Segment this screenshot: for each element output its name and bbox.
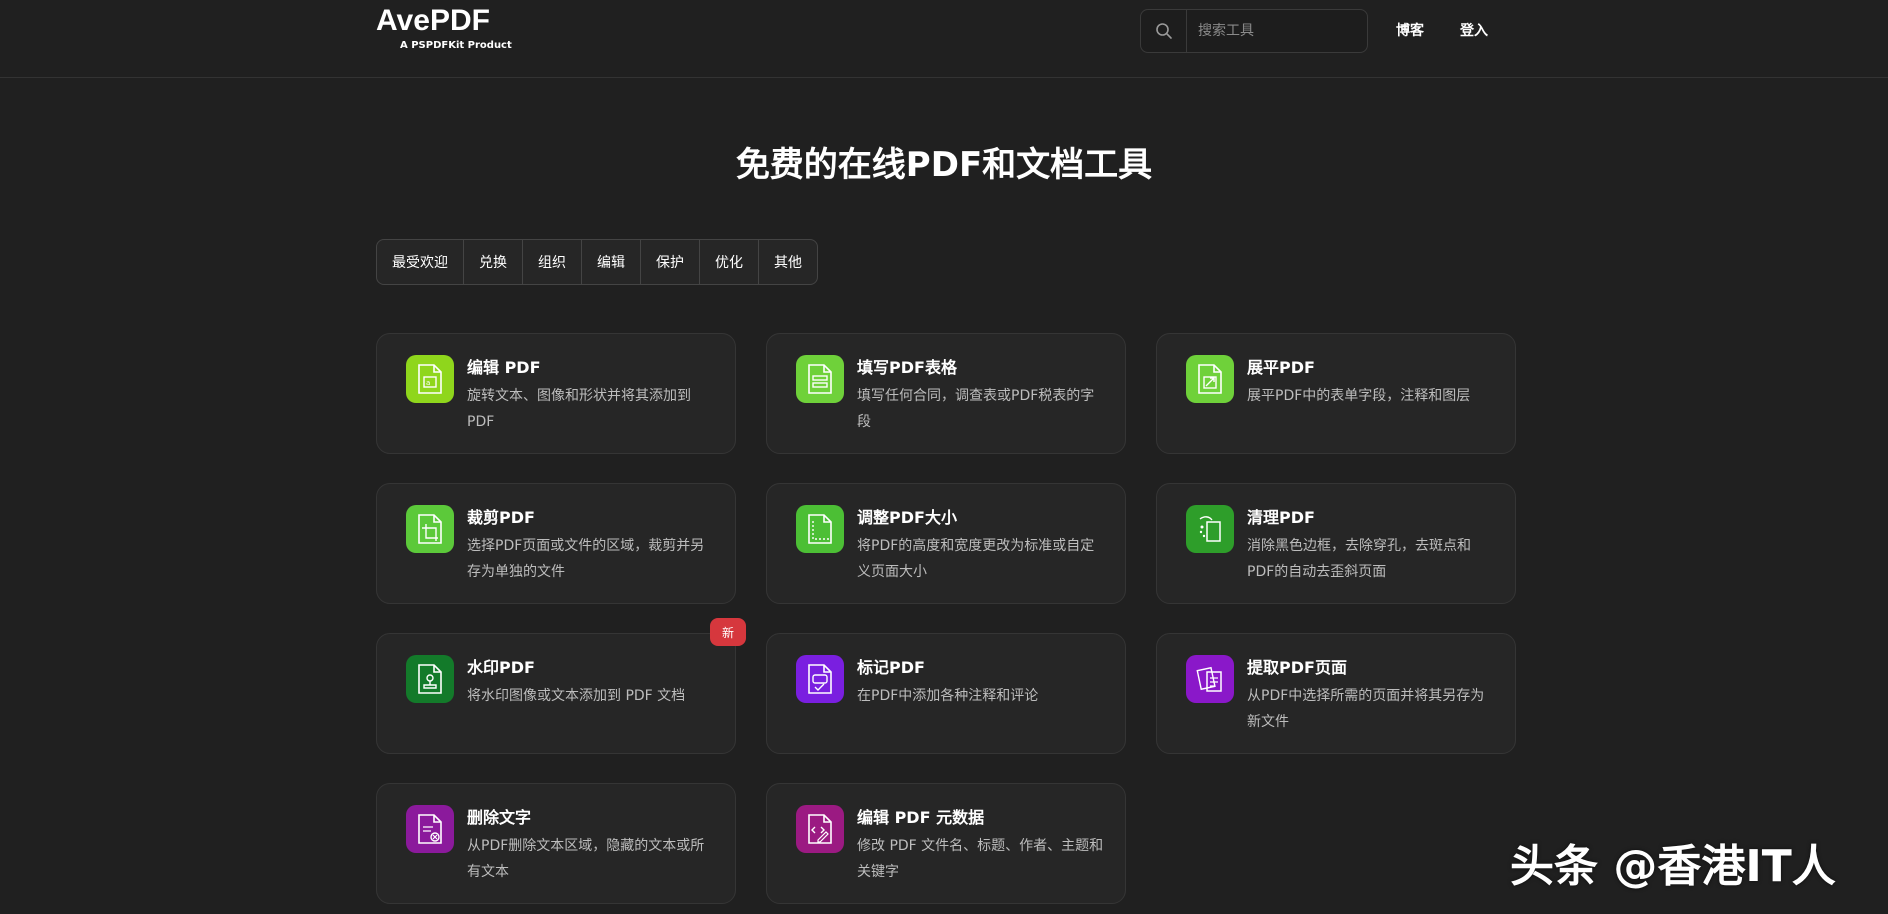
tab-convert[interactable]: 兑换 <box>464 240 523 284</box>
card-title: 提取PDF页面 <box>1247 658 1347 677</box>
edit-metadata-icon <box>796 805 844 853</box>
logo-text: AvePDF <box>376 4 490 37</box>
logo-subtitle: A PSPDFKit Product <box>400 40 512 51</box>
extract-pages-icon <box>1186 655 1234 703</box>
card-title: 展平PDF <box>1247 358 1315 377</box>
nav-blog-link[interactable]: 博客 <box>1396 20 1424 40</box>
card-description: 将水印图像或文本添加到 PDF 文档 <box>467 688 686 704</box>
tab-organize[interactable]: 组织 <box>523 240 582 284</box>
search-box <box>1140 9 1368 53</box>
tab-optimize[interactable]: 优化 <box>700 240 759 284</box>
watermark-pdf-icon <box>406 655 454 703</box>
card-description: 选择PDF页面或文件的区域，裁剪并另存为单独的文件 <box>467 538 705 580</box>
card-title: 编辑 PDF <box>467 358 541 377</box>
card-description: 在PDF中添加各种注释和评论 <box>857 688 1039 704</box>
card-description: 从PDF删除文本区域，隐藏的文本或所有文本 <box>467 838 705 880</box>
overlay-watermark-text: 头条 @香港IT人 <box>1510 841 1836 892</box>
card-title: 标记PDF <box>857 658 925 677</box>
card-title: 清理PDF <box>1247 508 1315 527</box>
card-description: 从PDF中选择所需的页面并将其另存为新文件 <box>1247 688 1485 730</box>
header: AvePDF A PSPDFKit Product 博客 登入 <box>0 0 1888 78</box>
logo[interactable]: AvePDF A PSPDFKit Product <box>376 4 512 52</box>
clean-pdf-icon <box>1186 505 1234 553</box>
category-tabs: 最受欢迎 兑换 组织 编辑 保护 优化 其他 <box>376 239 818 285</box>
fill-form-icon <box>796 355 844 403</box>
tab-protect[interactable]: 保护 <box>641 240 700 284</box>
card-title: 删除文字 <box>467 808 532 827</box>
tool-card-edit-pdf[interactable]: a 编辑 PDF 旋转文本、图像和形状并将其添加到 PDF <box>376 333 736 454</box>
card-description: 消除黑色边框，去除穿孔，去斑点和PDF的自动去歪斜页面 <box>1247 538 1471 580</box>
card-title: 填写PDF表格 <box>857 358 957 377</box>
edit-pdf-icon: a <box>406 355 454 403</box>
search-icon[interactable] <box>1141 10 1187 52</box>
tab-edit[interactable]: 编辑 <box>582 240 641 284</box>
crop-pdf-icon <box>406 505 454 553</box>
card-title: 水印PDF <box>467 658 535 677</box>
page-title: 免费的在线PDF和文档工具 <box>735 145 1153 185</box>
nav-login-link[interactable]: 登入 <box>1460 20 1488 40</box>
card-title: 编辑 PDF 元数据 <box>857 808 985 827</box>
tab-other[interactable]: 其他 <box>759 240 817 284</box>
tool-card-crop-pdf[interactable]: 裁剪PDF 选择PDF页面或文件的区域，裁剪并另存为单独的文件 <box>376 483 736 604</box>
resize-pdf-icon <box>796 505 844 553</box>
card-description: 展平PDF中的表单字段，注释和图层 <box>1247 388 1471 404</box>
new-badge: 新 <box>710 618 746 646</box>
redact-text-icon <box>406 805 454 853</box>
card-description: 填写任何合同，调查表或PDF税表的字段 <box>857 388 1095 430</box>
card-description: 修改 PDF 文件名、标题、作者、主题和关键字 <box>857 838 1104 880</box>
tool-card-markup-pdf[interactable]: 标记PDF 在PDF中添加各种注释和评论 <box>766 633 1126 754</box>
tool-card-edit-metadata[interactable]: 编辑 PDF 元数据 修改 PDF 文件名、标题、作者、主题和关键字 <box>766 783 1126 904</box>
tool-card-flatten-pdf[interactable]: 展平PDF 展平PDF中的表单字段，注释和图层 <box>1156 333 1516 454</box>
card-description: 将PDF的高度和宽度更改为标准或自定义页面大小 <box>857 538 1095 580</box>
tool-card-watermark-pdf[interactable]: 新 水印PDF 将水印图像或文本添加到 PDF 文档 <box>376 618 746 754</box>
tool-card-extract-pages[interactable]: 提取PDF页面 从PDF中选择所需的页面并将其另存为新文件 <box>1156 633 1516 754</box>
svg-text:a: a <box>426 379 430 387</box>
card-title: 调整PDF大小 <box>857 508 957 527</box>
tool-card-redact-text[interactable]: 删除文字 从PDF删除文本区域，隐藏的文本或所有文本 <box>376 783 736 904</box>
card-description: 旋转文本、图像和形状并将其添加到 PDF <box>467 388 691 430</box>
tool-card-fill-form[interactable]: 填写PDF表格 填写任何合同，调查表或PDF税表的字段 <box>766 333 1126 454</box>
markup-pdf-icon <box>796 655 844 703</box>
tool-card-clean-pdf[interactable]: 清理PDF 消除黑色边框，去除穿孔，去斑点和PDF的自动去歪斜页面 <box>1156 483 1516 604</box>
card-title: 裁剪PDF <box>467 508 535 527</box>
flatten-pdf-icon <box>1186 355 1234 403</box>
search-input[interactable] <box>1188 10 1366 52</box>
tab-popular[interactable]: 最受欢迎 <box>377 240 464 284</box>
tool-card-resize-pdf[interactable]: 调整PDF大小 将PDF的高度和宽度更改为标准或自定义页面大小 <box>766 483 1126 604</box>
